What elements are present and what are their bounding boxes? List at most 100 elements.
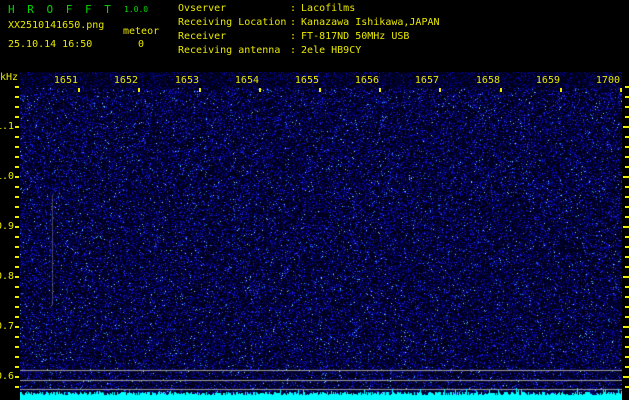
freq-minor-tick [15,286,19,288]
time-label: 1652 [113,75,138,86]
freq-major-tick [15,176,19,178]
freq-minor-tick [15,156,19,158]
freq-right-tick [625,356,629,358]
freq-right-tick [623,326,629,328]
info-colon: : [290,31,297,42]
freq-right-tick [625,316,629,318]
freq-right-tick [625,386,629,388]
time-label: 1656 [354,75,379,86]
freq-minor-tick [15,96,19,98]
freq-minor-tick [15,386,19,388]
freq-minor-tick [15,296,19,298]
freq-minor-tick [15,236,19,238]
info-colon: : [290,3,297,14]
freq-minor-tick [15,356,19,358]
time-label: 1655 [294,75,319,86]
time-tick [500,88,502,92]
receiver-info: Ovserver: Lacofilms Receiving Location: Kan… [178,2,440,58]
freq-minor-tick [15,206,19,208]
freq-right-tick [625,196,629,198]
echo-count: 0 [138,39,145,50]
time-label: 1658 [475,75,500,86]
time-label: 1654 [234,75,259,86]
freq-right-tick [625,86,629,88]
time-label: 1659 [535,75,560,86]
freq-minor-tick [15,186,19,188]
freq-label: 0.6 [0,371,15,382]
time-tick [259,88,261,92]
info-row: Receiver: FT-817ND 50MHz USB [178,30,440,44]
spectrogram-canvas [20,72,622,400]
freq-right-tick [625,286,629,288]
time-label: 1653 [174,75,199,86]
datetime-label: 25.10.14 16:50 [8,39,93,50]
freq-major-tick [15,126,19,128]
info-row: Receiving antenna:2ele HB9CY [178,44,440,58]
info-colon: : [290,17,297,28]
freq-minor-tick [15,336,19,338]
freq-right-tick [625,236,629,238]
freq-right-tick [625,206,629,208]
hrofft-screen: H R O F F T 1.0.0 XX2510141650.png meteo… [0,0,629,400]
freq-label: 1.1 [0,121,15,132]
freq-right-tick [625,156,629,158]
info-value: 2ele HB9CY [301,45,362,56]
freq-label: 0.8 [0,271,15,282]
freq-right-tick [625,166,629,168]
app-title: H R O F F T [8,3,114,16]
freq-minor-tick [15,136,19,138]
freq-right-tick [625,306,629,308]
freq-minor-tick [15,146,19,148]
freq-label: 0.7 [0,321,15,332]
time-tick [560,88,562,92]
freq-right-tick [625,116,629,118]
output-filename: XX2510141650.png [8,20,105,31]
freq-right-tick [623,276,629,278]
freq-label: 0.9 [0,221,15,232]
freq-minor-tick [15,246,19,248]
freq-minor-tick [15,106,19,108]
time-tick [138,88,140,92]
info-value: FT-817ND 50MHz USB [301,31,410,42]
freq-major-tick [15,226,19,228]
freq-right-tick [625,256,629,258]
freq-minor-tick [15,306,19,308]
info-label: Ovserver [178,3,227,14]
freq-right-tick [625,336,629,338]
info-value: Lacofilms [301,3,356,14]
time-label: 1651 [53,75,78,86]
freq-major-tick [15,326,19,328]
info-colon: : [290,45,297,56]
time-tick [439,88,441,92]
freq-minor-tick [15,316,19,318]
freq-minor-tick [15,86,19,88]
app-version: 1.0.0 [124,5,149,14]
freq-right-tick [625,366,629,368]
freq-minor-tick [15,266,19,268]
freq-right-tick [623,376,629,378]
freq-major-tick [15,376,19,378]
freq-right-tick [625,96,629,98]
freq-minor-tick [15,216,19,218]
freq-right-tick [625,346,629,348]
freq-right-tick [623,176,629,178]
freq-minor-tick [15,166,19,168]
freq-minor-tick [15,196,19,198]
freq-right-tick [625,246,629,248]
time-tick [620,88,622,92]
time-tick [379,88,381,92]
freq-label: 1.0 [0,171,15,182]
freq-right-tick [625,296,629,298]
time-tick [199,88,201,92]
freq-right-tick [625,266,629,268]
time-label: 1657 [414,75,439,86]
freq-right-tick [625,136,629,138]
freq-minor-tick [15,366,19,368]
freq-right-tick [625,186,629,188]
time-tick [78,88,80,92]
freq-minor-tick [15,116,19,118]
freq-minor-tick [15,346,19,348]
info-value: Kanazawa Ishikawa,JAPAN [301,17,440,28]
time-tick [319,88,321,92]
freq-right-tick [623,226,629,228]
